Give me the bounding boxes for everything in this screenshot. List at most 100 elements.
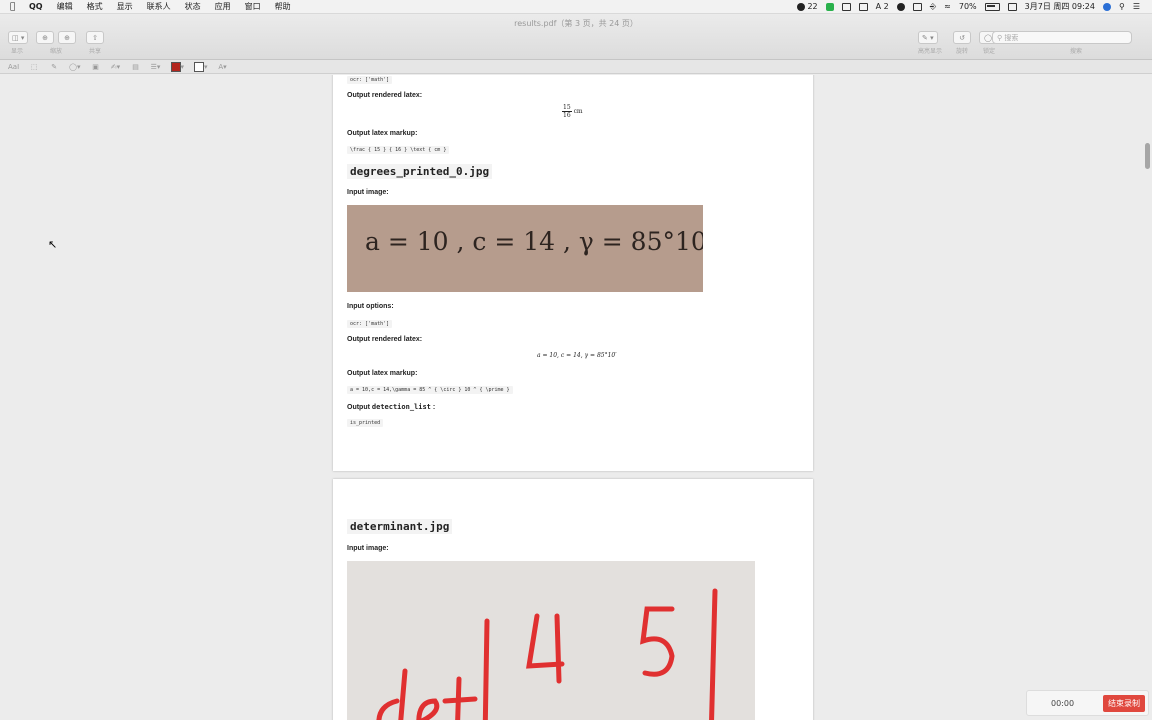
recording-timer: 00:00 — [1051, 698, 1075, 708]
screen-recorder-widget: 00:00 结束录制 — [1026, 690, 1149, 716]
latex-markup-1: \frac { 15 } { 16 } \text { cm } — [347, 146, 450, 154]
font-style-icon[interactable]: A▾ — [218, 63, 228, 71]
window-toolbar: results.pdf（第 3 页，共 24 页） ◫ ▾ 显示 ⊕ ⊕ 缩放 … — [0, 14, 1152, 60]
apple-icon[interactable]:  — [10, 2, 22, 12]
menu-apps[interactable]: 应用 — [208, 1, 238, 12]
input-method-icon[interactable]: A 2 — [876, 2, 889, 11]
battery-percent: 70% — [958, 2, 977, 11]
status-area: 22 A 2 ⎆ ≈ 70% 3月7日 周四 09:24 ⚲ ☰ — [796, 1, 1152, 12]
sketch-icon[interactable]: ✎ — [49, 63, 59, 71]
share-group: ⇧ — [86, 31, 104, 44]
share-label: 共享 — [89, 48, 102, 55]
fill-color-button[interactable]: ▾ — [194, 61, 208, 72]
output-word: Output — [347, 404, 370, 411]
document-area[interactable]: ocr: ['math'] Output rendered latex: 15 … — [0, 75, 1152, 720]
fraction: 15 16 — [562, 104, 572, 119]
search-input[interactable]: ⚲ 搜索 — [992, 31, 1132, 44]
tray-icon[interactable] — [841, 2, 851, 11]
rotate-label: 旋转 — [956, 48, 969, 55]
badge-count: 2 — [883, 2, 889, 11]
output-rendered-label-2: Output rendered latex: — [347, 336, 423, 343]
fraction-numerator: 15 — [562, 104, 572, 112]
zoom-in-button[interactable]: ⊕ — [58, 31, 76, 44]
search-placeholder: 搜索 — [1004, 33, 1019, 42]
markup-toolbar: AaI ⬚ ✎ ◯▾ ▣ ✍▾ ▤ ☰▾ ▾ ▾ A▾ — [0, 60, 1152, 74]
input-image-determinant — [347, 561, 755, 720]
battery-icon[interactable] — [984, 2, 1000, 11]
search-icon: ⚲ — [997, 33, 1005, 42]
qq-status-icon[interactable]: 22 — [796, 2, 818, 11]
qq-penguin-icon — [796, 2, 805, 11]
clock[interactable]: 3月7日 周四 09:24 — [1025, 1, 1095, 12]
highlight-group: ✎ ▾ — [918, 31, 938, 44]
zoom-label: 缩放 — [50, 48, 63, 55]
line-style-icon[interactable]: ☰▾ — [151, 63, 161, 71]
wechat-icon[interactable] — [825, 2, 834, 11]
output-detection-label: Output detection_list : — [347, 403, 435, 411]
output-markup-label-1: Output latex markup: — [347, 130, 418, 137]
share-button[interactable]: ⇧ — [86, 31, 104, 44]
mouse-cursor: ↖ — [48, 238, 58, 251]
stop-recording-button[interactable]: 结束录制 — [1103, 694, 1145, 712]
menu-help[interactable]: 帮助 — [268, 1, 298, 12]
highlight-label: 高亮显示 — [918, 48, 943, 55]
detection-list-code: detection_list — [371, 403, 431, 411]
zoom-out-button[interactable]: ⊕ — [36, 31, 54, 44]
image-equation: a = 10 , c = 14 , γ = 85°10′ — [365, 227, 703, 256]
qq-count: 22 — [807, 2, 818, 11]
menu-app-name[interactable]: QQ — [22, 2, 50, 11]
bluetooth-icon[interactable]: ⎆ — [930, 2, 936, 12]
highlight-button[interactable]: ✎ ▾ — [918, 31, 938, 44]
menu-format[interactable]: 格式 — [80, 1, 110, 12]
input-options-label: Input options: — [347, 303, 394, 310]
note-icon[interactable]: ▤ — [131, 63, 141, 71]
fraction-unit: cm — [573, 108, 583, 115]
output-colon: : — [432, 404, 436, 411]
menu-edit[interactable]: 编辑 — [50, 1, 80, 12]
fill-color-swatch — [194, 61, 205, 72]
search-label: 搜索 — [1070, 48, 1083, 55]
control-center-icon[interactable] — [1007, 2, 1017, 11]
siri-icon[interactable] — [1102, 2, 1111, 11]
border-color-button[interactable]: ▾ — [170, 61, 184, 72]
handwritten-determinant — [376, 588, 718, 720]
menu-contacts[interactable]: 联系人 — [140, 1, 178, 12]
text-selection-tool[interactable]: AaI — [8, 63, 19, 71]
display-icon[interactable] — [912, 2, 922, 11]
vertical-scrollbar[interactable] — [1145, 143, 1150, 169]
focus-icon[interactable] — [896, 2, 905, 11]
input-image-degrees: a = 10 , c = 14 , γ = 85°10′ — [347, 205, 703, 292]
menu-extra-icon[interactable]: ☰ — [1133, 2, 1140, 11]
output-rendered-label-1: Output rendered latex: — [347, 92, 423, 99]
rendered-fraction: 15 16 cm — [562, 104, 583, 119]
menu-view[interactable]: 显示 — [110, 1, 140, 12]
menu-window[interactable]: 窗口 — [238, 1, 268, 12]
zoom-group: ⊕ ⊕ — [36, 31, 76, 44]
menu-status[interactable]: 状态 — [178, 1, 208, 12]
shapes-icon[interactable]: ◯▾ — [69, 63, 80, 71]
rotate-button[interactable]: ↺ — [953, 31, 971, 44]
sign-icon[interactable]: ✍▾ — [111, 63, 121, 71]
pdf-page-3: ocr: ['math'] Output rendered latex: 15 … — [333, 75, 813, 471]
rendered-latex-2: a = 10, c = 14, γ = 85°10′ — [537, 352, 617, 359]
view-group: ◫ ▾ — [8, 31, 29, 44]
border-color-swatch — [170, 61, 181, 72]
file-heading-degrees: degrees_printed_0.jpg — [347, 164, 493, 179]
input-image-label-2: Input image: — [347, 545, 389, 552]
text-box-icon[interactable]: ▣ — [91, 63, 101, 71]
sidebar-view-button[interactable]: ◫ ▾ — [8, 31, 29, 44]
fraction-denominator: 16 — [563, 112, 571, 119]
detection-value-chip: is_printed — [347, 419, 384, 427]
wifi-icon[interactable]: ≈ — [944, 2, 951, 11]
lock-label: 锁定 — [983, 48, 996, 55]
input-image-label-1: Input image: — [347, 189, 389, 196]
ocr-options-chip-top: ocr: ['math'] — [347, 76, 393, 84]
rect-selection-icon[interactable]: ⬚ — [29, 63, 39, 71]
spotlight-icon[interactable]: ⚲ — [1119, 2, 1125, 11]
ocr-options-chip: ocr: ['math'] — [347, 320, 393, 328]
rotate-group: ↺ — [953, 31, 971, 44]
file-heading-determinant: determinant.jpg — [347, 519, 453, 534]
qq-mail-icon[interactable] — [858, 2, 868, 11]
pdf-page-4: determinant.jpg Input image: — [333, 479, 813, 720]
view-label: 显示 — [11, 48, 24, 55]
